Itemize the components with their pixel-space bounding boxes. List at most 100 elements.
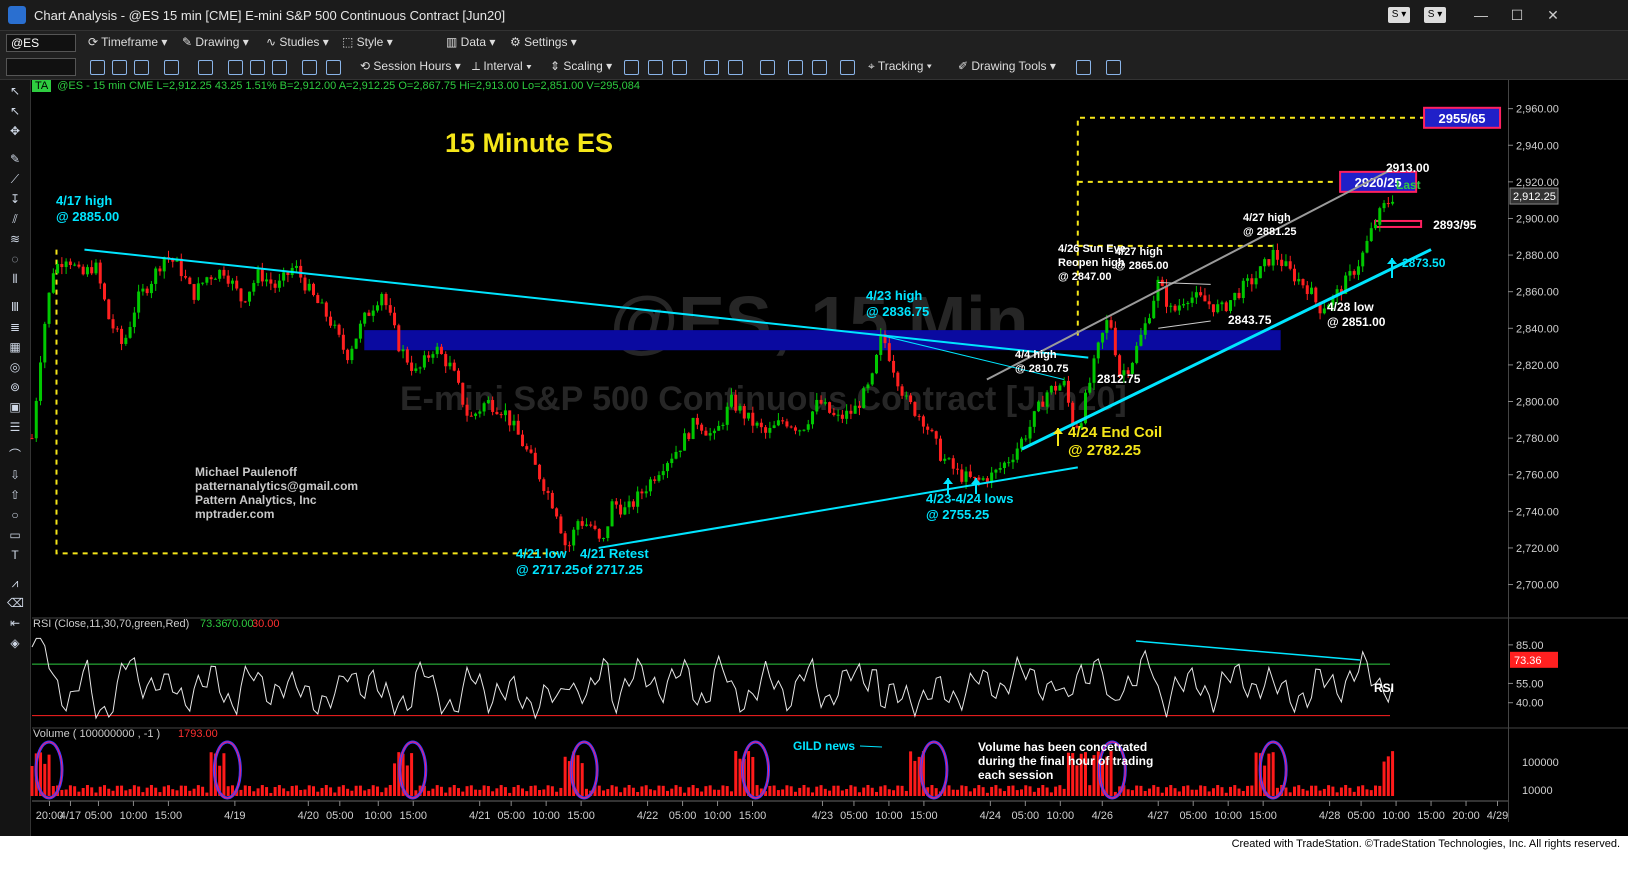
price-candle — [1220, 302, 1224, 305]
price-candle — [1237, 292, 1241, 299]
volume-bar — [1203, 786, 1207, 796]
volume-bar — [452, 785, 456, 796]
price-candle — [951, 458, 955, 469]
volume-bar — [30, 766, 34, 796]
volume-bar — [657, 785, 661, 796]
price-candle — [563, 533, 567, 546]
price-chart[interactable]: @ES, 15 Min E-mini S&P 500 Continuous Co… — [0, 0, 1628, 836]
rsi-value: 70.00 — [226, 618, 254, 630]
volume-bar — [580, 763, 584, 796]
price-candle — [1246, 278, 1250, 281]
volume-bar — [653, 790, 657, 796]
x-tick-label: 10:00 — [1047, 810, 1075, 822]
price-candle — [849, 410, 853, 414]
annotation-label: @ 2836.75 — [866, 304, 929, 319]
volume-bar — [977, 785, 981, 796]
volume-bar — [243, 785, 247, 796]
price-candle — [994, 469, 998, 473]
price-candle — [1301, 279, 1305, 286]
price-candle — [845, 410, 849, 419]
volume-bar — [721, 785, 725, 796]
volume-bar — [614, 786, 618, 796]
price-candle — [772, 425, 776, 428]
volume-bar — [1165, 787, 1169, 796]
price-candle — [128, 327, 132, 338]
x-tick-label: 4/19 — [224, 810, 245, 822]
price-candle — [567, 545, 571, 547]
price-candle — [380, 293, 384, 306]
volume-bar — [1058, 785, 1062, 796]
y-tick-label: 2,820.00 — [1516, 360, 1559, 372]
price-candle — [213, 278, 217, 280]
credit-text: Created with TradeStation. ©TradeStation… — [1231, 838, 1620, 850]
price-candle — [887, 343, 891, 361]
volume-bar — [879, 786, 883, 796]
volume-bar — [98, 786, 102, 796]
volume-bar — [1297, 785, 1301, 796]
volume-bar — [623, 787, 627, 796]
price-candle — [248, 291, 252, 302]
volume-bar — [90, 787, 94, 796]
price-candle — [269, 279, 273, 284]
price-candle — [870, 373, 874, 385]
volume-bar — [1284, 787, 1288, 796]
price-candle — [721, 424, 725, 426]
y-tick-label: 2,780.00 — [1516, 433, 1559, 445]
price-candle — [559, 516, 563, 534]
price-candle — [1165, 285, 1169, 307]
price-candle — [350, 348, 354, 361]
y-tick-label: 2,900.00 — [1516, 213, 1559, 225]
annotation-arrowhead — [943, 478, 953, 484]
axis-divider — [1508, 80, 1509, 822]
price-candle — [755, 422, 759, 426]
price-candle — [230, 280, 234, 284]
volume-bar — [1015, 790, 1019, 796]
volume-bar — [141, 792, 145, 796]
volume-bar — [1062, 788, 1066, 796]
price-candle — [1365, 240, 1369, 253]
volume-bar — [870, 787, 874, 796]
volume-bar — [265, 787, 269, 796]
price-candle — [806, 424, 810, 430]
price-candle — [439, 346, 443, 355]
annotation-label: @ 2865.00 — [1115, 260, 1169, 272]
price-candle — [1224, 302, 1228, 311]
price-candle — [1190, 297, 1194, 303]
volume-bar — [725, 786, 729, 796]
volume-bar — [1216, 785, 1220, 796]
rsi-label: RSI — [1374, 681, 1394, 695]
price-candle — [1263, 259, 1267, 267]
price-candle — [691, 417, 695, 439]
volume-bar — [1288, 792, 1292, 796]
price-candle — [1386, 203, 1390, 205]
price-candle — [904, 395, 908, 397]
volume-bar — [329, 787, 333, 796]
volume-bar — [964, 786, 968, 796]
volume-bar — [107, 788, 111, 796]
x-tick-label: 20:00 — [1452, 810, 1480, 822]
price-candle — [243, 301, 247, 303]
price-candle — [303, 277, 307, 291]
annotation-label: 4/4 high — [1015, 349, 1057, 361]
price-candle — [145, 288, 149, 294]
volume-annotation: Volume has been concetrated — [978, 740, 1147, 754]
volume-bar — [529, 785, 533, 796]
volume-bar — [1378, 785, 1382, 796]
volume-bar — [849, 785, 853, 796]
price-candle — [277, 280, 281, 288]
x-tick-label: 15:00 — [1249, 810, 1277, 822]
price-candle — [311, 283, 315, 296]
price-candle — [111, 319, 115, 329]
volume-bar — [691, 785, 695, 796]
price-candle — [39, 362, 43, 401]
author-name: Michael Paulenoff — [195, 465, 298, 479]
volume-bar — [892, 790, 896, 796]
price-candle — [1007, 462, 1011, 464]
volume-bar — [209, 752, 213, 796]
x-tick-label: 15:00 — [739, 810, 767, 822]
x-tick-label: 05:00 — [840, 810, 868, 822]
volume-bar — [998, 788, 1002, 796]
price-candle — [1356, 266, 1360, 275]
volume-bar — [1028, 786, 1032, 796]
price-candle — [1143, 323, 1147, 335]
